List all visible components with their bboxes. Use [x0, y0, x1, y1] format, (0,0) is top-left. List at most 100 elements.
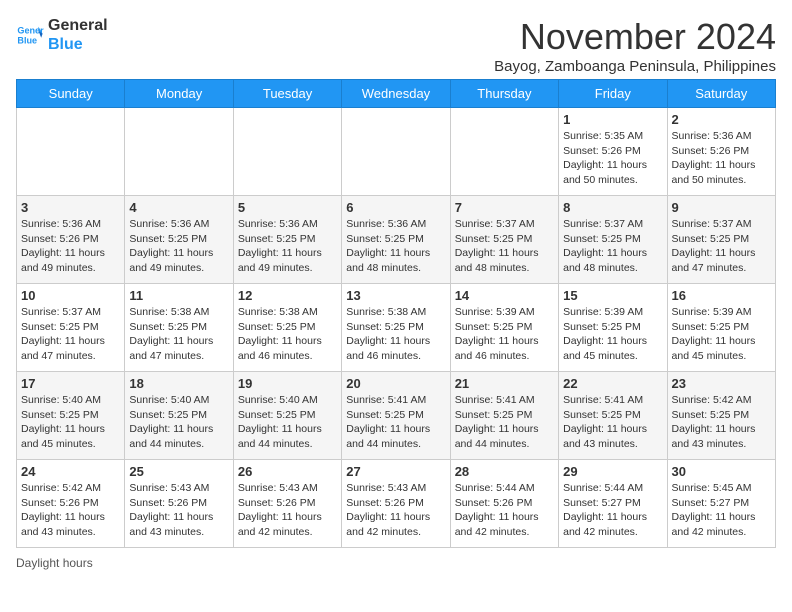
day-info: Sunrise: 5:36 AM Sunset: 5:25 PM Dayligh… [346, 217, 445, 276]
calendar-cell: 17Sunrise: 5:40 AM Sunset: 5:25 PM Dayli… [17, 372, 125, 460]
day-number: 9 [672, 200, 771, 215]
month-title: November 2024 [494, 16, 776, 58]
header-row: SundayMondayTuesdayWednesdayThursdayFrid… [17, 80, 776, 108]
day-number: 30 [672, 464, 771, 479]
day-info: Sunrise: 5:39 AM Sunset: 5:25 PM Dayligh… [672, 305, 771, 364]
day-number: 3 [21, 200, 120, 215]
day-info: Sunrise: 5:36 AM Sunset: 5:26 PM Dayligh… [672, 129, 771, 188]
day-number: 29 [563, 464, 662, 479]
day-info: Sunrise: 5:43 AM Sunset: 5:26 PM Dayligh… [238, 481, 337, 540]
header-day-sunday: Sunday [17, 80, 125, 108]
calendar-cell: 23 Sunrise: 5:42 AM Sunset: 5:25 PM Dayli… [667, 372, 775, 460]
day-number: 21 [455, 376, 554, 391]
header-day-saturday: Saturday [667, 80, 775, 108]
title-block: November 2024 Bayog, Zamboanga Peninsula… [494, 16, 776, 75]
day-number: 11 [129, 288, 228, 303]
day-info: Sunrise: 5:37 AM Sunset: 5:25 PM Dayligh… [672, 217, 771, 276]
day-number: 18 [129, 376, 228, 391]
day-number: 23 [672, 376, 771, 391]
location-subtitle: Bayog, Zamboanga Peninsula, Philippines [494, 58, 776, 75]
calendar-cell [233, 108, 341, 196]
calendar-cell: 5Sunrise: 5:36 AM Sunset: 5:25 PM Daylig… [233, 196, 341, 284]
week-row-3: 17Sunrise: 5:40 AM Sunset: 5:25 PM Dayli… [17, 372, 776, 460]
calendar-cell: 19 Sunrise: 5:40 AM Sunset: 5:25 PM Dayli… [233, 372, 341, 460]
day-info: Sunrise: 5:39 AM Sunset: 5:25 PM Dayligh… [563, 305, 662, 364]
calendar-body: 1Sunrise: 5:35 AM Sunset: 5:26 PM Daylig… [17, 108, 776, 548]
day-info: Sunrise: 5:36 AM Sunset: 5:26 PM Dayligh… [21, 217, 120, 276]
logo-line2: Blue [48, 35, 108, 54]
calendar-cell: 2Sunrise: 5:36 AM Sunset: 5:26 PM Daylig… [667, 108, 775, 196]
day-info: Sunrise: 5:41 AM Sunset: 5:25 PM Dayligh… [346, 393, 445, 452]
calendar-cell: 3 Sunrise: 5:36 AM Sunset: 5:26 PM Daylig… [17, 196, 125, 284]
day-number: 12 [238, 288, 337, 303]
day-info: Sunrise: 5:37 AM Sunset: 5:25 PM Dayligh… [21, 305, 120, 364]
calendar-cell: 10 Sunrise: 5:37 AM Sunset: 5:25 PM Dayli… [17, 284, 125, 372]
footer-note: Daylight hours [16, 556, 776, 570]
header-day-tuesday: Tuesday [233, 80, 341, 108]
day-info: Sunrise: 5:42 AM Sunset: 5:26 PM Dayligh… [21, 481, 120, 540]
week-row-2: 10 Sunrise: 5:37 AM Sunset: 5:25 PM Dayli… [17, 284, 776, 372]
day-info: Sunrise: 5:38 AM Sunset: 5:25 PM Dayligh… [346, 305, 445, 364]
calendar-cell: 15 Sunrise: 5:39 AM Sunset: 5:25 PM Dayli… [559, 284, 667, 372]
day-number: 13 [346, 288, 445, 303]
calendar-cell: 16 Sunrise: 5:39 AM Sunset: 5:25 PM Dayli… [667, 284, 775, 372]
day-number: 8 [563, 200, 662, 215]
day-number: 7 [455, 200, 554, 215]
week-row-0: 1Sunrise: 5:35 AM Sunset: 5:26 PM Daylig… [17, 108, 776, 196]
day-info: Sunrise: 5:35 AM Sunset: 5:26 PM Dayligh… [563, 129, 662, 188]
day-number: 25 [129, 464, 228, 479]
logo-icon: General Blue [16, 21, 44, 49]
header-day-wednesday: Wednesday [342, 80, 450, 108]
day-number: 4 [129, 200, 228, 215]
calendar-cell: 21 Sunrise: 5:41 AM Sunset: 5:25 PM Dayli… [450, 372, 558, 460]
calendar-cell: 9 Sunrise: 5:37 AM Sunset: 5:25 PM Daylig… [667, 196, 775, 284]
week-row-1: 3 Sunrise: 5:36 AM Sunset: 5:26 PM Daylig… [17, 196, 776, 284]
day-info: Sunrise: 5:38 AM Sunset: 5:25 PM Dayligh… [129, 305, 228, 364]
calendar-cell: 24 Sunrise: 5:42 AM Sunset: 5:26 PM Dayli… [17, 460, 125, 548]
calendar-cell: 27Sunrise: 5:43 AM Sunset: 5:26 PM Dayli… [342, 460, 450, 548]
day-number: 19 [238, 376, 337, 391]
day-number: 24 [21, 464, 120, 479]
day-number: 10 [21, 288, 120, 303]
calendar-cell: 6 Sunrise: 5:36 AM Sunset: 5:25 PM Daylig… [342, 196, 450, 284]
day-info: Sunrise: 5:38 AM Sunset: 5:25 PM Dayligh… [238, 305, 337, 364]
day-number: 6 [346, 200, 445, 215]
day-info: Sunrise: 5:44 AM Sunset: 5:27 PM Dayligh… [563, 481, 662, 540]
header-day-thursday: Thursday [450, 80, 558, 108]
day-info: Sunrise: 5:40 AM Sunset: 5:25 PM Dayligh… [238, 393, 337, 452]
calendar-cell: 30 Sunrise: 5:45 AM Sunset: 5:27 PM Dayli… [667, 460, 775, 548]
calendar-cell: 25 Sunrise: 5:43 AM Sunset: 5:26 PM Dayli… [125, 460, 233, 548]
calendar-cell: 26Sunrise: 5:43 AM Sunset: 5:26 PM Dayli… [233, 460, 341, 548]
day-number: 20 [346, 376, 445, 391]
calendar-cell: 7 Sunrise: 5:37 AM Sunset: 5:25 PM Daylig… [450, 196, 558, 284]
calendar-cell [450, 108, 558, 196]
day-info: Sunrise: 5:36 AM Sunset: 5:25 PM Dayligh… [238, 217, 337, 276]
calendar-cell [17, 108, 125, 196]
svg-text:Blue: Blue [17, 36, 37, 46]
day-info: Sunrise: 5:43 AM Sunset: 5:26 PM Dayligh… [129, 481, 228, 540]
day-info: Sunrise: 5:37 AM Sunset: 5:25 PM Dayligh… [563, 217, 662, 276]
calendar-cell: 8 Sunrise: 5:37 AM Sunset: 5:25 PM Daylig… [559, 196, 667, 284]
calendar-cell: 11 Sunrise: 5:38 AM Sunset: 5:25 PM Dayli… [125, 284, 233, 372]
day-info: Sunrise: 5:42 AM Sunset: 5:25 PM Dayligh… [672, 393, 771, 452]
logo-line1: General [48, 16, 108, 35]
day-info: Sunrise: 5:39 AM Sunset: 5:25 PM Dayligh… [455, 305, 554, 364]
day-info: Sunrise: 5:41 AM Sunset: 5:25 PM Dayligh… [455, 393, 554, 452]
calendar-cell [125, 108, 233, 196]
week-row-4: 24 Sunrise: 5:42 AM Sunset: 5:26 PM Dayli… [17, 460, 776, 548]
day-number: 16 [672, 288, 771, 303]
calendar-cell: 29 Sunrise: 5:44 AM Sunset: 5:27 PM Dayli… [559, 460, 667, 548]
calendar-cell: 14Sunrise: 5:39 AM Sunset: 5:25 PM Dayli… [450, 284, 558, 372]
day-number: 27 [346, 464, 445, 479]
calendar-cell: 1Sunrise: 5:35 AM Sunset: 5:26 PM Daylig… [559, 108, 667, 196]
calendar-cell: 13 Sunrise: 5:38 AM Sunset: 5:25 PM Dayli… [342, 284, 450, 372]
day-number: 22 [563, 376, 662, 391]
day-info: Sunrise: 5:37 AM Sunset: 5:25 PM Dayligh… [455, 217, 554, 276]
calendar-header: SundayMondayTuesdayWednesdayThursdayFrid… [17, 80, 776, 108]
logo: General Blue General Blue [16, 16, 108, 54]
calendar-cell: 28Sunrise: 5:44 AM Sunset: 5:26 PM Dayli… [450, 460, 558, 548]
day-info: Sunrise: 5:36 AM Sunset: 5:25 PM Dayligh… [129, 217, 228, 276]
day-number: 15 [563, 288, 662, 303]
day-info: Sunrise: 5:45 AM Sunset: 5:27 PM Dayligh… [672, 481, 771, 540]
day-info: Sunrise: 5:44 AM Sunset: 5:26 PM Dayligh… [455, 481, 554, 540]
